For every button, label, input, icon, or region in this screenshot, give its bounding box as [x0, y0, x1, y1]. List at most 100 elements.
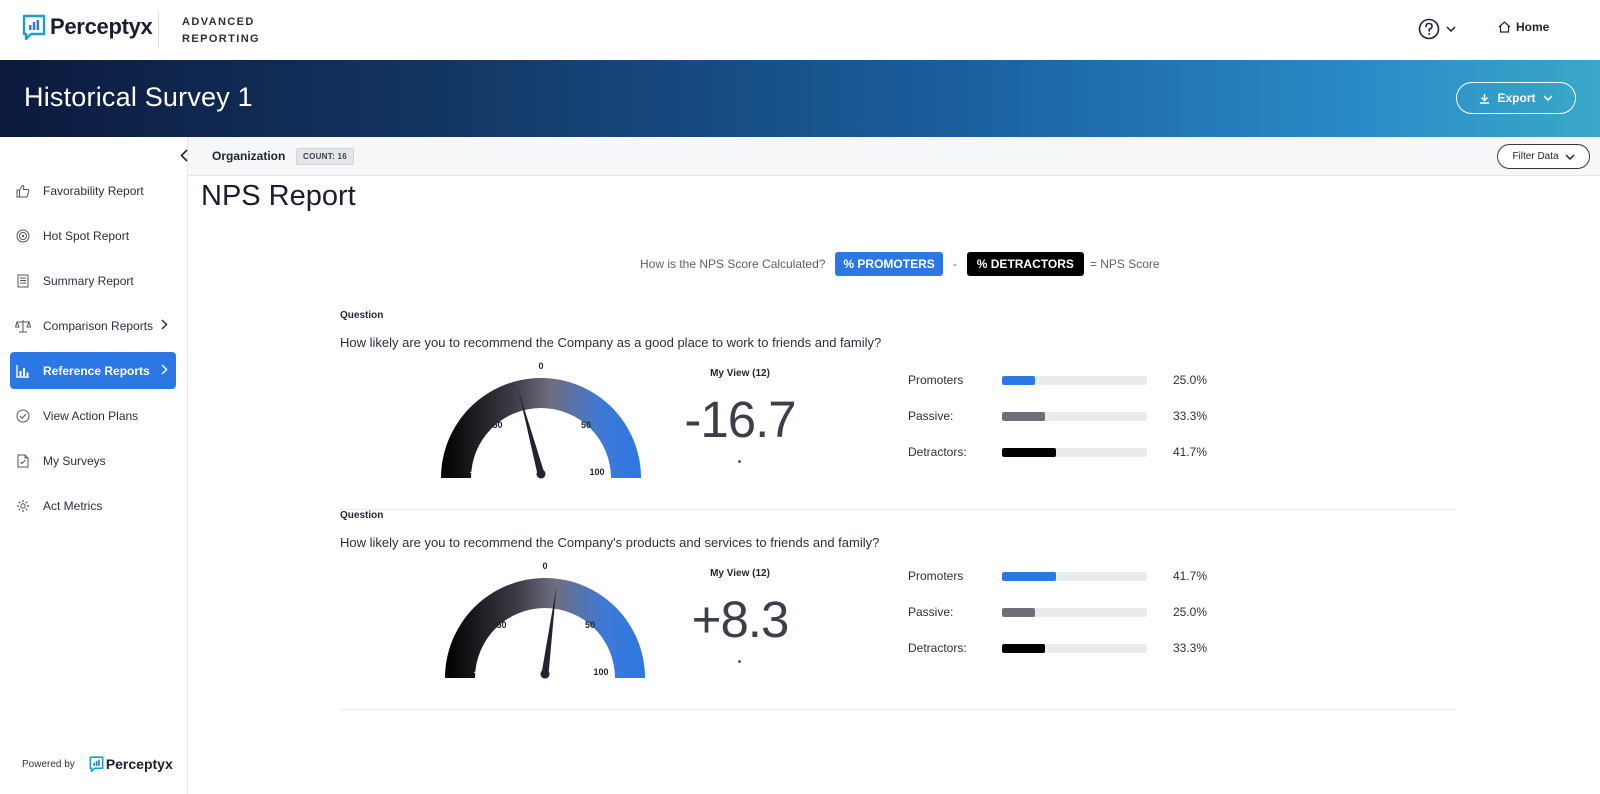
- document-icon: [15, 273, 31, 289]
- passive-label: Passive:: [908, 605, 954, 619]
- report-subheader: [188, 137, 1600, 176]
- nps-score: +8.3: [691, 591, 790, 648]
- gauge-neg50-label: -50: [489, 420, 502, 430]
- question-label: Question: [340, 310, 384, 321]
- organization-label: Organization: [212, 149, 286, 163]
- logo-divider: [158, 12, 159, 48]
- score-dot: [738, 660, 741, 663]
- detractors-bar: [1002, 447, 1147, 457]
- gear-icon: [15, 498, 31, 514]
- home-link[interactable]: Home: [1498, 20, 1549, 34]
- passive-row: Passive: 33.3%: [908, 406, 1207, 426]
- promoters-bar-fill: [1002, 571, 1057, 581]
- calc-dash: -: [952, 257, 957, 271]
- help-icon: [1418, 18, 1440, 40]
- detractors-label: Detractors:: [908, 445, 967, 459]
- perceptyx-logo-icon: [22, 14, 46, 40]
- detractors-value: 33.3%: [1173, 641, 1208, 655]
- top-bar: Perceptyx ADVANCED REPORTING Home: [0, 0, 1600, 60]
- gauge-max-label: 100: [589, 467, 604, 477]
- survey-title: Historical Survey 1: [24, 82, 253, 112]
- sidebar-item-label: Reference Reports: [43, 363, 150, 378]
- filter-data-label: Filter Data: [1512, 151, 1559, 162]
- product-name: ADVANCED REPORTING: [182, 14, 260, 48]
- passive-bar-fill: [1002, 411, 1046, 421]
- chevron-down-icon: [1542, 95, 1553, 101]
- detractors-bar-fill: [1002, 643, 1046, 653]
- sidebar-item-view-action-plans[interactable]: View Action Plans: [10, 397, 176, 434]
- export-button[interactable]: Export: [1456, 82, 1576, 114]
- gauge-zero-label: 0: [538, 362, 543, 371]
- detractors-bar: [1002, 643, 1147, 653]
- scale-icon: [15, 318, 31, 334]
- detractors-value: 41.7%: [1173, 445, 1208, 459]
- gauge-pos50-label: 50: [585, 620, 595, 630]
- count-badge: COUNT: 16: [296, 148, 355, 165]
- promoters-bar-fill: [1002, 375, 1035, 385]
- chevron-right-icon: [161, 319, 168, 330]
- sidebar-item-label: Hot Spot Report: [43, 228, 130, 243]
- detractors-row: Detractors: 33.3%: [908, 638, 1207, 658]
- nps-score: -16.7: [684, 391, 796, 448]
- promoters-bar: [1002, 571, 1147, 581]
- passive-label: Passive:: [908, 409, 954, 423]
- collapse-sidebar-chevron-icon[interactable]: [180, 149, 188, 162]
- target-icon: [15, 228, 31, 244]
- sidebar-item-label: Comparison Reports: [43, 318, 154, 333]
- gauge-neg50-label: -50: [493, 620, 506, 630]
- sidebar-item-comparison-reports[interactable]: Comparison Reports: [10, 307, 176, 344]
- page-title: NPS Report: [201, 180, 356, 212]
- detractors-bar-fill: [1002, 447, 1057, 457]
- sidebar-item-act-metrics[interactable]: Act Metrics: [10, 487, 176, 524]
- promoters-label: Promoters: [908, 373, 964, 387]
- question-text: How likely are you to recommend the Comp…: [340, 535, 880, 550]
- question-card: Question How likely are you to recommend…: [340, 310, 1455, 510]
- calc-result: = NPS Score: [1089, 257, 1160, 271]
- thumbs-up-icon: [15, 183, 31, 199]
- passive-bar: [1002, 411, 1147, 421]
- gauge-max-label: 100: [593, 667, 608, 677]
- powered-by-label: Powered by: [22, 758, 75, 770]
- nps-calculation-legend: How is the NPS Score Calculated? % PROMO…: [640, 252, 1160, 276]
- score-dot: [738, 460, 741, 463]
- promoters-bar: [1002, 375, 1147, 385]
- calc-question: How is the NPS Score Calculated?: [640, 257, 826, 271]
- sidebar-item-favorability-report[interactable]: Favorability Report: [10, 172, 176, 209]
- promoters-pill: % PROMOTERS: [835, 252, 943, 276]
- chevron-down-icon: [1446, 26, 1456, 32]
- perceptyx-logo-icon: [89, 756, 104, 772]
- sidebar-item-label: My Surveys: [43, 453, 106, 468]
- sidebar-item-hot-spot-report[interactable]: Hot Spot Report: [10, 217, 176, 254]
- passive-value: 33.3%: [1173, 409, 1208, 423]
- promoters-row: Promoters 41.7%: [908, 566, 1207, 586]
- sidebar-item-my-surveys[interactable]: My Surveys: [10, 442, 176, 479]
- promoters-value: 25.0%: [1173, 373, 1208, 387]
- help-menu[interactable]: [1418, 18, 1456, 40]
- sidebar-item-reference-reports[interactable]: Reference Reports: [10, 352, 176, 389]
- question-text: How likely are you to recommend the Comp…: [340, 335, 882, 350]
- perceptyx-logo[interactable]: Perceptyx: [22, 14, 153, 40]
- brand-name: Perceptyx: [50, 14, 153, 39]
- sidebar-item-summary-report[interactable]: Summary Report: [10, 262, 176, 299]
- gauge-zero-label: 0: [542, 562, 547, 571]
- powered-by-brand: Perceptyx: [105, 756, 173, 772]
- check-circle-icon: [15, 408, 31, 424]
- survey-banner: Historical Survey 1 Export: [0, 60, 1600, 137]
- question-label: Question: [340, 510, 384, 521]
- question-card: Question How likely are you to recommend…: [340, 510, 1455, 710]
- sidebar-item-label: Act Metrics: [43, 498, 103, 513]
- sidebar: Favorability Report Hot Spot Report Summ…: [0, 137, 188, 794]
- nps-gauge: 0 -50 50 -100 100: [445, 562, 645, 679]
- gauge-min-label: -100: [474, 667, 492, 677]
- home-icon: [1498, 21, 1511, 33]
- gauge-pos50-label: 50: [581, 420, 591, 430]
- filter-data-button[interactable]: Filter Data: [1497, 144, 1590, 169]
- my-view-label: My View (12): [710, 568, 770, 579]
- powered-by-logo: Perceptyx: [89, 756, 173, 772]
- survey-doc-icon: [15, 453, 31, 469]
- promoters-value: 41.7%: [1173, 569, 1208, 583]
- product-line-1: ADVANCED: [182, 16, 255, 28]
- detractors-label: Detractors:: [908, 641, 967, 655]
- home-label: Home: [1516, 20, 1550, 34]
- bar-chart-icon: [15, 363, 31, 379]
